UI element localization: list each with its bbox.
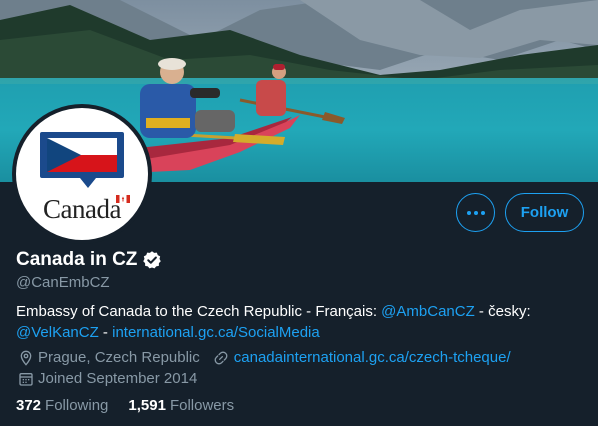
- location-text: Prague, Czech Republic: [38, 349, 200, 366]
- canada-flag-icon: [116, 195, 130, 203]
- verified-badge-icon: [143, 251, 162, 269]
- more-horizontal-icon: [466, 210, 485, 215]
- more-options-button[interactable]: [456, 193, 495, 232]
- joined-date: Joined September 2014: [38, 370, 198, 387]
- profile-meta: Prague, Czech Republic canadainternation…: [16, 348, 511, 367]
- profile-bio: Embassy of Canada to the Czech Republic …: [16, 301, 586, 343]
- location-pin-icon: [16, 348, 35, 367]
- bio-text: -: [98, 324, 113, 341]
- profile-avatar[interactable]: Canada: [12, 104, 152, 244]
- follow-button[interactable]: Follow: [505, 193, 584, 232]
- user-handle: @CanEmbCZ: [16, 274, 110, 291]
- bio-url-link[interactable]: international.gc.ca/SocialMedia: [112, 324, 320, 341]
- czech-flag-bubble-icon: [40, 132, 124, 188]
- mention-link-ambcancz[interactable]: @AmbCanCZ: [381, 303, 475, 320]
- profile-page: Canada Follow Canada in CZ @CanEmbCZ Emb…: [0, 0, 598, 426]
- calendar-icon: [16, 369, 35, 388]
- bio-text: Embassy of Canada to the Czech Republic …: [16, 303, 382, 320]
- following-label: Following: [45, 397, 109, 414]
- followers-label: Followers: [169, 397, 235, 414]
- link-icon: [212, 348, 231, 367]
- mention-link-velkancz[interactable]: @VelKanCZ: [16, 324, 99, 341]
- followers-link[interactable]: 1,591 Followers: [128, 397, 234, 414]
- display-name: Canada in CZ: [16, 249, 138, 270]
- bio-text: - česky:: [474, 303, 531, 320]
- avatar-image: Canada: [16, 108, 148, 240]
- followers-count: 1,591: [128, 397, 166, 414]
- website-link[interactable]: canadainternational.gc.ca/czech-tcheque/: [234, 349, 511, 366]
- joined-row: Joined September 2014: [16, 369, 197, 388]
- following-count: 372: [16, 397, 42, 414]
- follow-counts: 372 Following 1,591 Followers: [16, 397, 254, 414]
- following-link[interactable]: 372 Following: [16, 397, 108, 414]
- name-row: Canada in CZ: [16, 249, 162, 271]
